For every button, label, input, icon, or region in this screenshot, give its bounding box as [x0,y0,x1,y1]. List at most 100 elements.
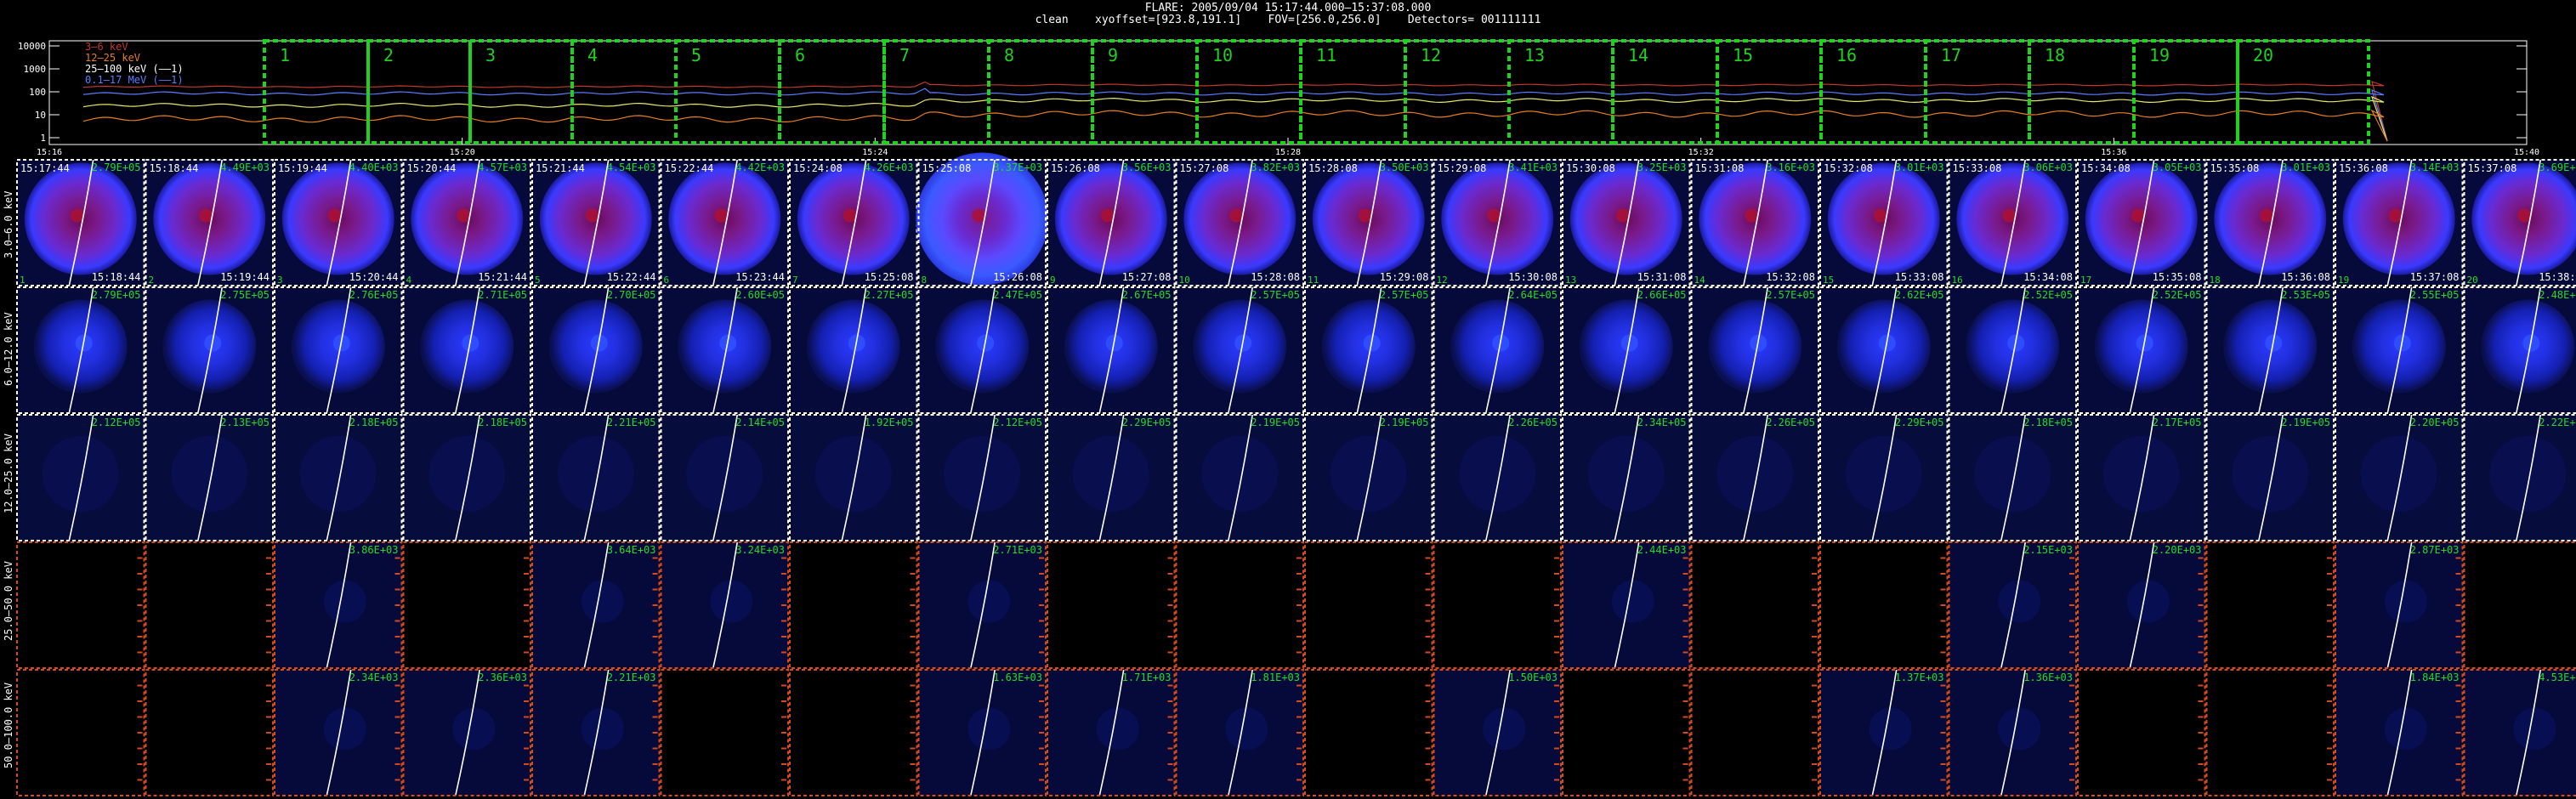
source-blob [299,435,377,513]
end-time: 15:21:44 [478,271,527,283]
image-panel: 2.60E+05 [660,286,789,414]
panel-number: 2 [149,275,155,286]
image-panel: 3.50E+03 15:28:08 15:29:08 11 [1304,159,1433,286]
source-blob [1998,707,2041,751]
panel-background [2206,670,2334,796]
image-panel: 4.53E+03 [2463,669,2576,796]
peak-value: 2.64E+05 [1508,289,1558,301]
peak-value: 2.18E+05 [349,416,399,428]
peak-value: 3.69E+03 [2539,162,2576,173]
image-panel: 2.52E+05 [1948,286,2077,414]
panel-background [1820,542,1948,668]
start-time: 15:35:08 [2210,162,2260,174]
row-label: 6.0–12.0 keV [3,312,14,386]
image-panel: 3.25E+03 15:30:08 15:31:08 13 [1562,159,1691,286]
end-time: 15:25:08 [865,271,914,283]
image-panel: 3.24E+03 [660,541,789,669]
peak-value: 4.42E+03 [735,162,785,173]
image-panel [1304,541,1433,669]
panel-background [1691,670,1819,796]
end-time: 15:23:44 [735,271,785,283]
start-time: 15:21:44 [536,162,585,174]
panel-number: 9 [1050,275,1056,286]
peak-value: 2.17E+05 [2153,416,2202,428]
start-time: 15:37:08 [2468,162,2517,174]
peak-value: 3.01E+03 [2281,162,2330,173]
peak-value: 2.21E+05 [607,416,656,428]
panel-number: 11 [1308,275,1319,286]
peak-value: 1.71E+03 [1122,672,1172,683]
peak-value: 2.52E+05 [2023,289,2073,301]
image-panel: 2.26E+05 [1433,414,1562,541]
image-panel: 2.19E+05 [2205,414,2335,541]
panel-number: 8 [922,275,928,286]
source-blob [323,580,366,623]
image-panel [2463,541,2576,669]
image-panel [1690,669,1819,796]
panel-background [1305,542,1433,668]
peak-value: 2.71E+05 [478,289,527,301]
peak-value: 1.81E+03 [1251,672,1300,683]
source-blob [1225,707,1268,751]
image-grid: 2.79E+05 15:17:44 15:18:44 1 4.49E+03 15:18:4… [16,152,2576,796]
peak-value: 3.05E+03 [2153,162,2202,173]
panel-background [790,542,917,668]
source-blob [1330,435,1407,513]
source-blob [171,435,248,513]
panel-number: 15 [1823,275,1834,286]
image-panel [1047,541,1176,669]
peak-value: 4.49E+03 [220,162,270,173]
end-time: 15:31:08 [1637,271,1687,283]
image-panel: 2.18E+05 [1948,414,2077,541]
peak-value: 2.19E+05 [1380,416,1429,428]
image-panel: 2.14E+05 [660,414,789,541]
peak-value: 4.57E+03 [478,162,527,173]
end-time: 15:37:08 [2410,271,2460,283]
image-panel: 3.86E+03 [274,541,403,669]
peak-value: 3.14E+03 [2410,162,2460,173]
image-panel: 3.56E+03 15:26:08 15:27:08 9 [1047,159,1176,286]
peak-value: 2.57E+05 [1766,289,1815,301]
source-blob [428,435,506,513]
peak-value: 3.25E+03 [1637,162,1687,173]
end-time: 15:18:44 [92,271,141,283]
start-time: 15:25:08 [922,162,972,174]
panel-number: 20 [2467,275,2478,286]
image-panel: 2.13E+05 [145,414,274,541]
image-panel [16,669,145,796]
peak-value: 2.87E+03 [2410,544,2460,556]
peak-value: 2.70E+05 [607,289,656,301]
end-time: 15:33:08 [1895,271,1944,283]
peak-value: 2.29E+05 [1895,416,1944,428]
peak-value: 3.41E+03 [1508,162,1558,173]
image-panel: 4.42E+03 15:22:44 15:23:44 6 [660,159,789,286]
panel-background [17,670,145,796]
image-panel: 2.29E+05 [1819,414,1949,541]
peak-value: 2.20E+05 [2410,416,2460,428]
peak-value: 2.79E+05 [92,289,141,301]
source-blob [1974,435,2051,513]
end-time: 15:34:08 [2023,271,2073,283]
image-panel: 4.26E+03 15:24:08 15:25:08 7 [789,159,918,286]
image-panel: 3.01E+03 15:32:08 15:33:08 15 [1819,159,1949,286]
image-panel: 2.18E+05 [402,414,531,541]
image-panel: 2.75E+05 [145,286,274,414]
image-panel [1304,669,1433,796]
image-panel: 3.16E+03 15:31:08 15:32:08 14 [1690,159,1819,286]
image-panel [1433,541,1562,669]
image-panel: 4.49E+03 15:18:44 15:19:44 2 [145,159,274,286]
panel-background [403,542,531,668]
image-panel: 3.05E+03 15:34:08 15:35:08 17 [2077,159,2206,286]
peak-value: 2.27E+05 [865,289,914,301]
peak-value: 2.79E+05 [92,162,141,173]
image-panel: 2.47E+05 [917,286,1047,414]
peak-value: 3.01E+03 [1895,162,1944,173]
panel-background [145,542,273,668]
source-blob [1201,435,1279,513]
image-panel: 2.21E+05 [531,414,661,541]
peak-value: 2.52E+05 [2153,289,2202,301]
start-time: 15:24:08 [793,162,843,174]
panel-background [17,542,145,668]
source-blob [323,707,366,751]
peak-value: 2.12E+05 [993,416,1042,428]
